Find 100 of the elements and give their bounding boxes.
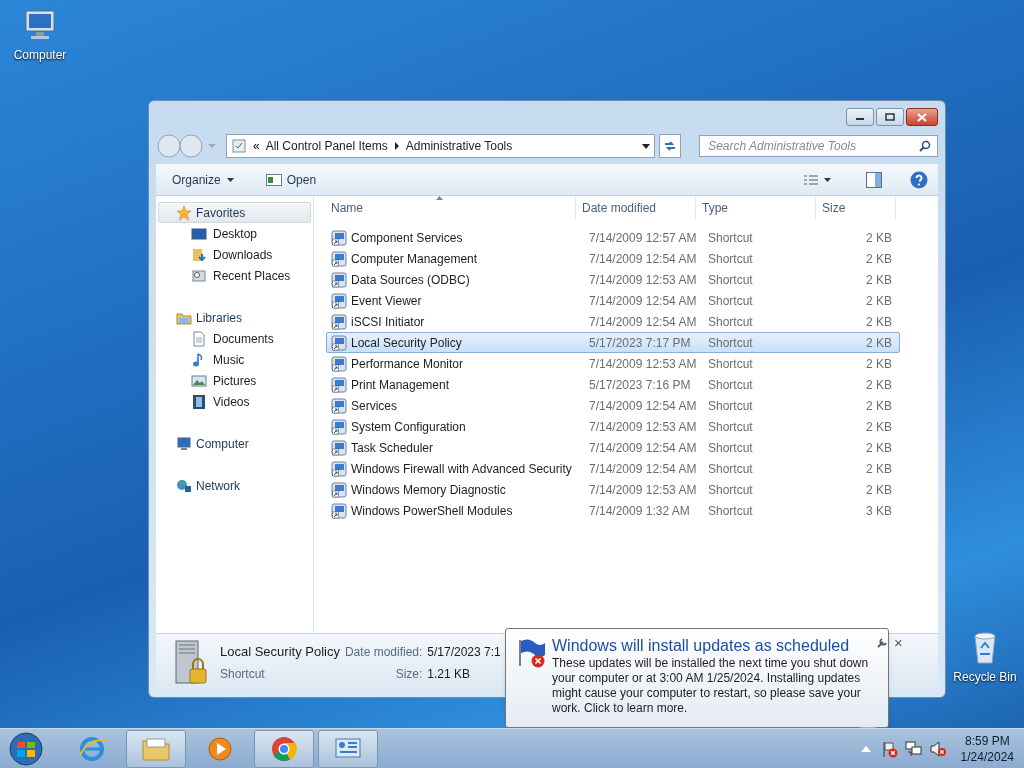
shortcut-icon bbox=[331, 418, 347, 435]
file-name[interactable]: Component Services bbox=[351, 228, 463, 247]
taskbar-button[interactable] bbox=[318, 729, 378, 768]
file-name[interactable]: Performance Monitor bbox=[351, 354, 464, 373]
address-bar[interactable]: « All Control Panel Items Administrative Tools bbox=[226, 134, 656, 158]
balloon-title[interactable]: Windows will install updates as scheduled bbox=[552, 637, 870, 655]
detail-value: 5/17/2023 7:1 bbox=[427, 644, 501, 662]
column-header[interactable]: Type bbox=[696, 196, 816, 220]
close-icon bbox=[917, 112, 927, 122]
file-row[interactable]: System Configuration 7/14/2009 12:53 AM Shortcut 2 KB bbox=[326, 416, 900, 437]
file-name[interactable]: Windows PowerShell Modules bbox=[351, 501, 513, 520]
column-header[interactable]: Date modified bbox=[576, 196, 696, 220]
detail-name: Local Security Policy bbox=[220, 643, 340, 662]
nav-item[interactable]: Pictures bbox=[156, 370, 313, 391]
file-row[interactable]: Print Management 5/17/2023 7:16 PM Shortcut 2 KB bbox=[326, 374, 900, 395]
file-name[interactable]: System Configuration bbox=[351, 417, 466, 436]
open-button[interactable]: Open bbox=[261, 167, 321, 192]
file-name[interactable]: Local Security Policy bbox=[351, 333, 462, 352]
view-options-icon[interactable] bbox=[804, 173, 832, 186]
search-icon[interactable] bbox=[919, 140, 931, 152]
videos-icon bbox=[191, 393, 207, 410]
refresh-button[interactable] bbox=[659, 134, 682, 158]
type-cell-text: Shortcut bbox=[707, 271, 754, 289]
nav-item[interactable]: Downloads bbox=[156, 244, 313, 265]
file-name[interactable]: iSCSI Initiator bbox=[351, 312, 425, 331]
file-name[interactable]: Task Scheduler bbox=[351, 438, 434, 457]
nav-item[interactable]: Documents bbox=[156, 328, 313, 349]
date-cell-text: 7/14/2009 12:54 AM bbox=[588, 439, 698, 457]
breadcrumb[interactable]: All Control Panel Items bbox=[265, 137, 388, 155]
nav-item[interactable]: Recent Places bbox=[156, 265, 313, 286]
clock[interactable]: 8:59 PM 1/24/2024 bbox=[960, 732, 1014, 765]
taskbar-button[interactable] bbox=[126, 729, 186, 768]
nav-item[interactable]: Network bbox=[158, 475, 311, 496]
preview-pane-icon[interactable] bbox=[866, 171, 882, 188]
size-cell-text: 2 KB bbox=[865, 292, 892, 310]
shortcut-icon bbox=[331, 481, 347, 498]
shortcut-icon bbox=[331, 271, 347, 288]
nav-item[interactable]: Music bbox=[156, 349, 313, 370]
file-row[interactable]: Windows Firewall with Advanced Security 7/14/2009 12:54 AM Shortcut 2 KB bbox=[326, 458, 900, 479]
nav-item[interactable]: Favorites bbox=[158, 202, 311, 223]
file-row[interactable]: Windows PowerShell Modules 7/14/2009 1:32 AM Shortcut 3 KB bbox=[326, 500, 900, 521]
balloon-message[interactable]: These updates will be installed the next time you shut down your computer or at 3:00 AM 1/25/2024. Installing updates might cause your computer to restart, so please save your work. Click to learn more. bbox=[552, 656, 870, 716]
close-button[interactable] bbox=[906, 108, 938, 126]
size-cell-text: 2 KB bbox=[865, 271, 892, 289]
file-row[interactable]: Event Viewer 7/14/2009 12:54 AM Shortcut 2 KB bbox=[326, 290, 900, 311]
shortcut-icon bbox=[331, 460, 347, 477]
desktop-icon-label[interactable]: Computer bbox=[13, 46, 67, 64]
file-row[interactable]: Services 7/14/2009 12:54 AM Shortcut 2 KB bbox=[326, 395, 900, 416]
speaker-muted-icon[interactable] bbox=[928, 739, 947, 758]
type-cell-text: Shortcut bbox=[707, 292, 754, 310]
breadcrumb-overflow[interactable]: « bbox=[253, 137, 260, 155]
file-name[interactable]: Event Viewer bbox=[351, 291, 422, 310]
file-name[interactable]: Services bbox=[351, 396, 397, 415]
nav-item[interactable]: Computer bbox=[158, 433, 311, 454]
search-field[interactable]: Search Administrative Tools bbox=[699, 135, 938, 157]
file-name[interactable]: Computer Management bbox=[351, 249, 478, 268]
nav-item[interactable]: Desktop bbox=[156, 223, 313, 244]
organize-button[interactable]: Organize bbox=[166, 167, 240, 192]
desktop-icon-label[interactable]: Recycle Bin bbox=[953, 668, 1017, 686]
dropdown-caret-icon bbox=[226, 177, 234, 182]
column-header[interactable]: Size bbox=[816, 196, 896, 220]
file-row[interactable]: Data Sources (ODBC) 7/14/2009 12:53 AM Shortcut 2 KB bbox=[326, 269, 900, 290]
nav-item[interactable]: Videos bbox=[156, 391, 313, 412]
help-icon[interactable] bbox=[910, 170, 928, 189]
file-name[interactable]: Windows Firewall with Advanced Security bbox=[351, 459, 572, 478]
network-icon[interactable] bbox=[904, 739, 923, 758]
file-name[interactable]: Print Management bbox=[351, 375, 450, 394]
breadcrumb-arrow-icon[interactable] bbox=[393, 142, 400, 150]
downloads-icon bbox=[191, 246, 207, 263]
file-row[interactable]: Windows Memory Diagnostic 7/14/2009 12:53 AM Shortcut 2 KB bbox=[326, 479, 900, 500]
file-name[interactable]: Data Sources (ODBC) bbox=[351, 270, 470, 289]
date-cell-text: 7/14/2009 12:54 AM bbox=[588, 397, 698, 415]
action-center-error-icon[interactable] bbox=[880, 739, 899, 758]
taskbar-button[interactable] bbox=[254, 729, 314, 768]
date-cell-text: 7/14/2009 12:54 AM bbox=[588, 460, 698, 478]
dropdown-caret-icon[interactable] bbox=[642, 143, 651, 149]
restore-button[interactable] bbox=[876, 108, 904, 126]
close-button[interactable]: × bbox=[894, 637, 903, 649]
column-header[interactable]: Name bbox=[314, 196, 576, 220]
file-row[interactable]: Local Security Policy 5/17/2023 7:17 PM Shortcut 2 KB bbox=[326, 332, 900, 353]
file-name[interactable]: Windows Memory Diagnostic bbox=[351, 480, 506, 499]
shortcut-icon bbox=[331, 250, 347, 267]
breadcrumb[interactable]: Administrative Tools bbox=[405, 137, 513, 155]
file-row[interactable]: Task Scheduler 7/14/2009 12:54 AM Shortcut 2 KB bbox=[326, 437, 900, 458]
nav-item[interactable]: Libraries bbox=[158, 307, 311, 328]
size-cell-text: 2 KB bbox=[865, 481, 892, 499]
date-cell-text: 7/14/2009 12:53 AM bbox=[588, 355, 698, 373]
restore-icon bbox=[885, 113, 895, 121]
shortcut-icon bbox=[331, 439, 347, 456]
minimize-button[interactable] bbox=[846, 108, 874, 126]
type-cell-text: Shortcut bbox=[707, 502, 754, 520]
size-cell-text: 2 KB bbox=[865, 250, 892, 268]
size-cell-text: 2 KB bbox=[865, 397, 892, 415]
file-row[interactable]: Component Services 7/14/2009 12:57 AM Shortcut 2 KB bbox=[326, 227, 900, 248]
shortcut-icon bbox=[331, 313, 347, 330]
file-row[interactable]: Computer Management 7/14/2009 12:54 AM Shortcut 2 KB bbox=[326, 248, 900, 269]
file-row[interactable]: iSCSI Initiator 7/14/2009 12:54 AM Shortcut 2 KB bbox=[326, 311, 900, 332]
file-row[interactable]: Performance Monitor 7/14/2009 12:53 AM Shortcut 2 KB bbox=[326, 353, 900, 374]
shortcut-icon bbox=[331, 397, 347, 414]
type-cell-text: Shortcut bbox=[707, 229, 754, 247]
